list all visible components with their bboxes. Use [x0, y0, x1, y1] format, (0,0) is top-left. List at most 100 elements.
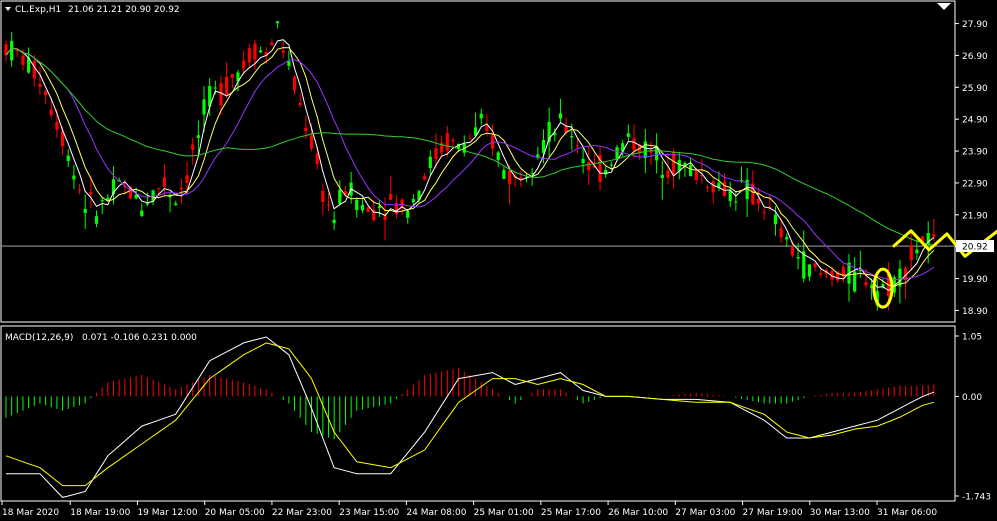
candle-body	[44, 91, 48, 96]
candle-body	[242, 60, 246, 69]
candle-body	[219, 83, 223, 106]
candle-body	[145, 203, 150, 205]
candle-body	[225, 76, 229, 95]
candle-body	[338, 189, 342, 204]
candle-body	[570, 136, 574, 138]
candle-body	[451, 139, 455, 142]
candle-body	[275, 21, 280, 24]
time-tick-label: 18 Mar 19:00	[70, 508, 130, 518]
price-tick-label: 22.90	[962, 179, 988, 189]
candle-body	[315, 153, 319, 164]
macd-tick-label: 0.00	[962, 393, 982, 403]
candle-body	[140, 210, 144, 217]
candle-body	[213, 87, 217, 89]
candle-body	[909, 245, 913, 261]
candle-body	[162, 177, 167, 187]
time-tick-label: 30 Mar 13:00	[810, 508, 870, 518]
candle-body	[174, 203, 178, 206]
price-tick-label: 19.90	[962, 275, 988, 285]
time-axis: 18 Mar 2020 18 Mar 19:00 19 Mar 12:00 20 Ma…	[1, 501, 937, 518]
price-tick-label: 21.90	[962, 211, 988, 221]
candle-body	[94, 216, 99, 224]
candle-body	[179, 187, 183, 190]
candle-body	[32, 60, 36, 79]
candle-body	[38, 83, 42, 88]
candle-body	[779, 228, 783, 238]
price-tick-label: 18.90	[962, 307, 988, 317]
candle-body	[530, 172, 534, 174]
candle-body	[666, 170, 670, 178]
candle-body	[813, 263, 817, 268]
candle-body	[694, 171, 698, 180]
candle-body	[281, 50, 285, 53]
price-tick-label: 27.90	[962, 20, 988, 30]
candle-body	[519, 177, 523, 180]
candle-body	[428, 156, 432, 168]
candle-body	[643, 141, 647, 158]
candle-body	[626, 133, 630, 137]
main-panel-frame	[0, 0, 956, 323]
time-tick-label: 19 Mar 12:00	[137, 508, 197, 518]
candle-body	[321, 190, 325, 203]
time-tick-label: 23 Mar 15:00	[339, 508, 399, 518]
candle-body	[796, 256, 800, 259]
candle-body	[202, 99, 206, 115]
candle-body	[479, 113, 483, 119]
candle-body	[672, 152, 676, 176]
symbol-label: CL.Exp,H1	[15, 5, 61, 15]
candle-body	[660, 174, 664, 179]
price-tick-label: 23.90	[962, 148, 988, 158]
candle-body	[734, 201, 738, 203]
candle-body	[10, 40, 14, 61]
candle-body	[558, 113, 563, 119]
macd-tick-label: 1.05	[962, 333, 982, 343]
candle-body	[83, 208, 87, 214]
trading-chart[interactable]: 27.90 26.90 25.90 24.90 23.90 22.90 21.90 20.92…	[0, 0, 997, 521]
candle-body	[400, 199, 404, 207]
candle-body	[247, 48, 251, 63]
macd-axis: 1.05 0.00 -1.743	[955, 333, 991, 503]
candle-body	[89, 191, 93, 195]
candle-body	[819, 273, 823, 275]
candle-body	[434, 148, 438, 159]
macd-panel-frame	[0, 325, 956, 502]
candle-body	[581, 158, 585, 164]
candle-body	[485, 126, 489, 131]
candle-body	[915, 249, 919, 254]
time-tick-label: 27 Mar 03:00	[675, 508, 735, 518]
time-tick-label: 27 Mar 19:00	[743, 508, 803, 518]
candle-body	[326, 204, 331, 206]
time-tick-label: 31 Mar 06:00	[877, 508, 937, 518]
candle-body	[932, 234, 936, 237]
candle-body	[785, 237, 789, 240]
candle-body	[502, 169, 506, 179]
candle-body	[360, 204, 365, 211]
candle-body	[711, 181, 715, 193]
candle-body	[762, 211, 766, 213]
ohlc-values: 21.06 21.21 20.90 20.92	[68, 5, 180, 15]
candle-body	[304, 127, 308, 132]
time-tick-label: 25 Mar 17:00	[541, 508, 601, 518]
candle-body	[756, 198, 761, 204]
macd-values: 0.071 -0.106 0.231 0.000	[82, 333, 197, 343]
price-tick-label: 24.90	[962, 116, 988, 126]
current-price-label: 20.92	[962, 243, 988, 253]
candle-body	[157, 188, 161, 190]
candle-body	[355, 199, 359, 211]
macd-tick-label: -1.743	[962, 493, 991, 503]
macd-label: MACD(12,26,9)	[5, 333, 73, 343]
candle-body	[609, 164, 613, 166]
candle-body	[406, 211, 410, 218]
candle-body	[389, 193, 393, 200]
candle-body	[185, 175, 189, 183]
candle-body	[366, 207, 370, 212]
candle-body	[615, 147, 619, 160]
time-tick-label: 25 Mar 01:00	[474, 508, 534, 518]
candle-body	[292, 76, 297, 91]
candle-body	[423, 176, 427, 180]
candle-body	[21, 55, 25, 65]
candle-body	[100, 200, 104, 202]
candle-body	[773, 214, 778, 225]
candle-body	[587, 161, 591, 171]
candle-body	[298, 102, 302, 106]
